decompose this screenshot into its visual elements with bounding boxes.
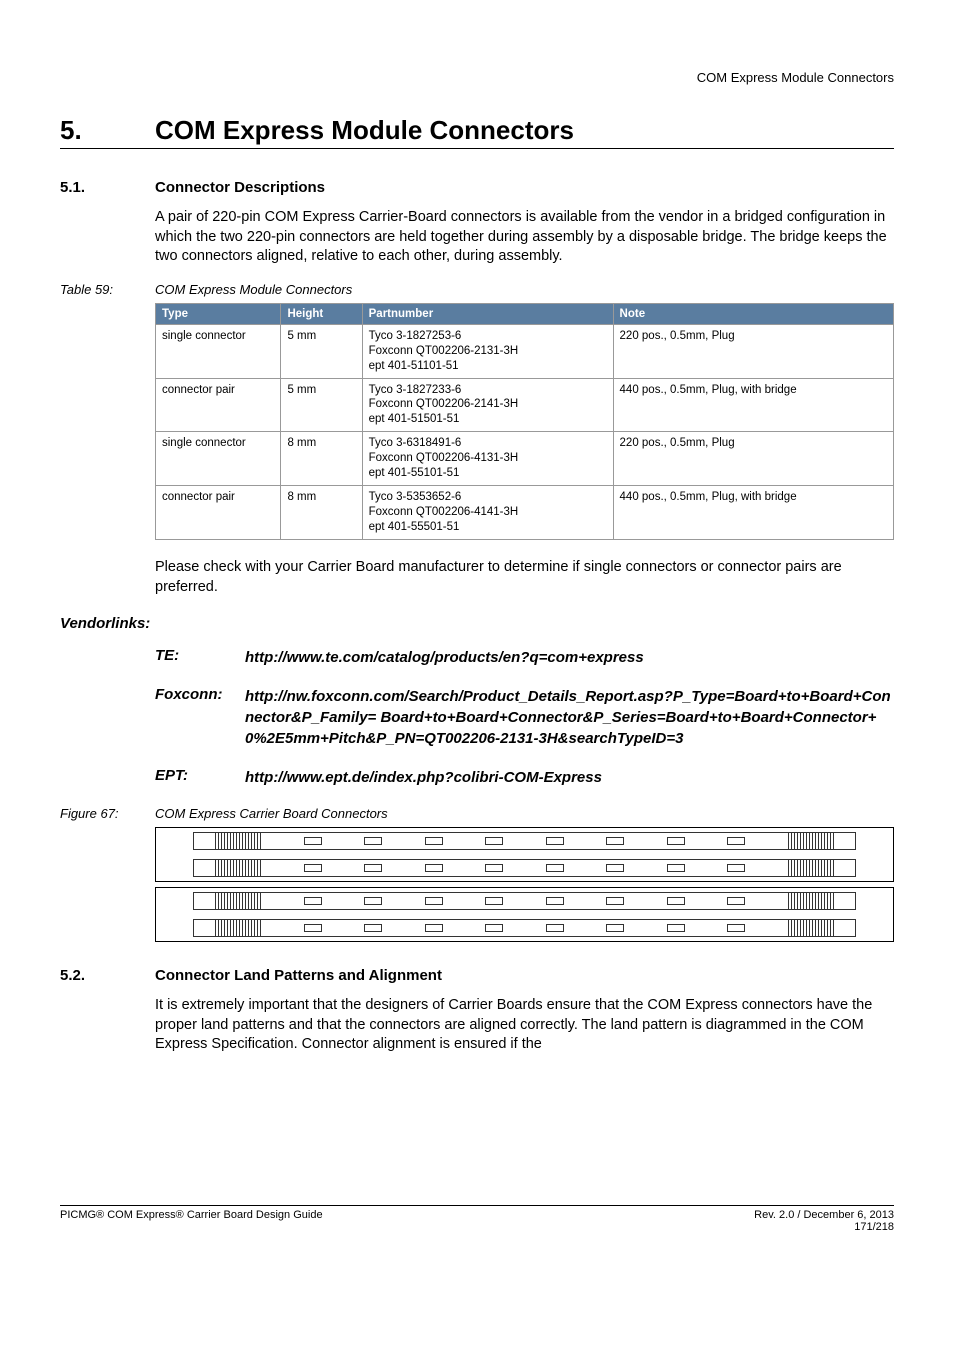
table-59: Type Height Partnumber Note single conne… (155, 303, 894, 540)
section-5-1-body: A pair of 220-pin COM Express Carrier-Bo… (155, 208, 894, 267)
caption-text: COM Express Module Connectors (155, 282, 352, 297)
running-header: COM Express Module Connectors (60, 70, 894, 85)
cell-type: single connector (156, 432, 281, 486)
vendor-ept-label: EPT: (155, 767, 245, 788)
cell-height: 8 mm (281, 432, 362, 486)
vendorlinks-title: Vendorlinks: (60, 615, 894, 632)
caption-text: COM Express Carrier Board Connectors (155, 806, 388, 821)
th-height: Height (281, 303, 362, 324)
cell-note: 440 pos., 0.5mm, Plug, with bridge (613, 378, 893, 432)
vendor-foxconn-row: Foxconn: http://nw.foxconn.com/Search/Pr… (155, 686, 894, 749)
chapter-heading: 5.COM Express Module Connectors (60, 115, 894, 149)
cell-partnumber: Tyco 3-1827253-6Foxconn QT002206-2131-3H… (362, 324, 613, 378)
section-5-2-body: It is extremely important that the desig… (155, 996, 894, 1055)
table-row: connector pair 8 mm Tyco 3-5353652-6Foxc… (156, 486, 894, 540)
cell-type: single connector (156, 324, 281, 378)
vendor-ept-row: EPT: http://www.ept.de/index.php?colibri… (155, 767, 894, 788)
table-header-row: Type Height Partnumber Note (156, 303, 894, 324)
figure-67-diagram (155, 827, 894, 942)
table-row: single connector 5 mm Tyco 3-1827253-6Fo… (156, 324, 894, 378)
vendor-ept-url[interactable]: http://www.ept.de/index.php?colibri-COM-… (245, 767, 894, 788)
vendorlinks-section: Vendorlinks: TE: http://www.te.com/catal… (60, 615, 894, 788)
table-59-caption: Table 59: COM Express Module Connectors (60, 282, 894, 297)
vendor-te-row: TE: http://www.te.com/catalog/products/e… (155, 647, 894, 668)
cell-note: 220 pos., 0.5mm, Plug (613, 324, 893, 378)
chapter-number: 5. (60, 115, 155, 146)
th-partnumber: Partnumber (362, 303, 613, 324)
section-5-2-heading: 5.2. Connector Land Patterns and Alignme… (60, 967, 894, 984)
section-number: 5.1. (60, 179, 155, 196)
cell-partnumber: Tyco 3-1827233-6Foxconn QT002206-2141-3H… (362, 378, 613, 432)
cell-note: 220 pos., 0.5mm, Plug (613, 432, 893, 486)
cell-partnumber: Tyco 3-6318491-6Foxconn QT002206-4131-3H… (362, 432, 613, 486)
figure-67-caption: Figure 67: COM Express Carrier Board Con… (60, 806, 894, 821)
caption-label: Table 59: (60, 282, 155, 297)
cell-type: connector pair (156, 486, 281, 540)
cell-partnumber: Tyco 3-5353652-6Foxconn QT002206-4141-3H… (362, 486, 613, 540)
section-number: 5.2. (60, 967, 155, 984)
section-title: Connector Land Patterns and Alignment (155, 967, 442, 984)
footer-right: Rev. 2.0 / December 6, 2013171/218 (754, 1209, 894, 1233)
table-59-after-text: Please check with your Carrier Board man… (155, 558, 894, 597)
section-5-1-heading: 5.1. Connector Descriptions (60, 179, 894, 196)
cell-height: 5 mm (281, 378, 362, 432)
chapter-title: COM Express Module Connectors (155, 115, 574, 145)
vendor-te-label: TE: (155, 647, 245, 668)
connector-illustration-top (155, 827, 894, 882)
th-type: Type (156, 303, 281, 324)
vendor-te-url[interactable]: http://www.te.com/catalog/products/en?q=… (245, 647, 894, 668)
section-title: Connector Descriptions (155, 179, 325, 196)
th-note: Note (613, 303, 893, 324)
vendor-foxconn-label: Foxconn: (155, 686, 245, 749)
cell-note: 440 pos., 0.5mm, Plug, with bridge (613, 486, 893, 540)
connector-illustration-bottom (155, 887, 894, 942)
cell-type: connector pair (156, 378, 281, 432)
caption-label: Figure 67: (60, 806, 155, 821)
table-row: connector pair 5 mm Tyco 3-1827233-6Foxc… (156, 378, 894, 432)
footer-left: PICMG® COM Express® Carrier Board Design… (60, 1209, 323, 1233)
cell-height: 8 mm (281, 486, 362, 540)
cell-height: 5 mm (281, 324, 362, 378)
vendor-foxconn-url[interactable]: http://nw.foxconn.com/Search/Product_Det… (245, 686, 894, 749)
page-footer: PICMG® COM Express® Carrier Board Design… (60, 1205, 894, 1233)
table-row: single connector 8 mm Tyco 3-6318491-6Fo… (156, 432, 894, 486)
